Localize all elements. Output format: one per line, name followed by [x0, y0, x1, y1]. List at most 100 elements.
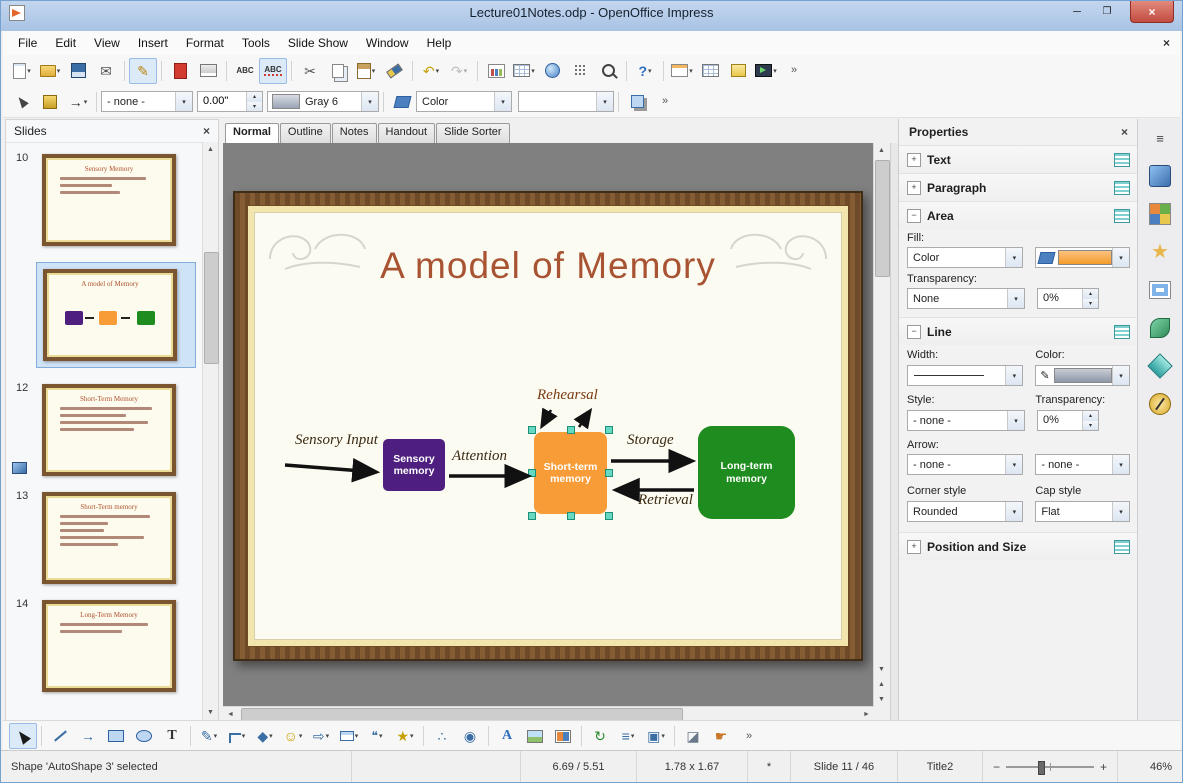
gallery-tool[interactable]	[549, 723, 577, 749]
combo-arrow-icon[interactable]	[596, 92, 613, 111]
undo-button[interactable]: ↶	[417, 58, 445, 84]
expand-icon[interactable]	[907, 539, 921, 554]
sensory-input-arrow[interactable]	[284, 458, 381, 483]
spin-up-icon[interactable]	[247, 92, 262, 102]
glue-points-tool[interactable]: ◉	[456, 723, 484, 749]
print-button[interactable]	[194, 58, 222, 84]
arrow-end-select[interactable]: - none -	[1035, 454, 1130, 475]
combo-arrow-icon[interactable]	[175, 92, 192, 111]
shadow-button[interactable]	[623, 89, 651, 115]
label-attention[interactable]: Attention	[452, 448, 507, 465]
spin-down-icon[interactable]	[1083, 420, 1098, 430]
fill-type-select[interactable]: Color	[416, 91, 512, 112]
slides-panel-close-icon[interactable]	[203, 124, 210, 138]
transparency-stepper[interactable]: 0%	[1037, 288, 1099, 309]
close-button[interactable]	[1130, 1, 1174, 23]
slide-thumbnail-12[interactable]: 12 Short-Term Memory	[12, 382, 180, 476]
line-tool[interactable]	[46, 723, 74, 749]
callouts-tool[interactable]: ❝	[363, 723, 391, 749]
auto-spellcheck-button[interactable]: ABC	[259, 57, 287, 84]
cut-button[interactable]: ✂	[296, 58, 324, 84]
menu-help[interactable]: Help	[418, 33, 461, 53]
dialog-launcher-icon[interactable]	[1114, 324, 1130, 339]
symbol-shapes-tool[interactable]: ☺	[279, 723, 307, 749]
object-size[interactable]: 1.78 x 1.67	[637, 751, 748, 782]
label-retrieval[interactable]: Retrieval	[638, 492, 693, 509]
rectangle-tool[interactable]	[102, 723, 130, 749]
titlebar[interactable]: Lecture01Notes.odp - OpenOffice Impress	[1, 1, 1182, 31]
transition-tab[interactable]	[1147, 353, 1173, 379]
clone-formatting-button[interactable]	[380, 58, 408, 84]
zoom-slider-thumb[interactable]	[1037, 760, 1045, 775]
section-paragraph[interactable]: Paragraph	[899, 173, 1138, 201]
section-position-size[interactable]: Position and Size	[899, 532, 1138, 560]
label-rehearsal[interactable]: Rehearsal	[537, 387, 598, 404]
combo-arrow-icon[interactable]	[1112, 455, 1129, 474]
block-arrows-tool[interactable]: ⇨	[307, 723, 335, 749]
connector-tool[interactable]	[223, 723, 251, 749]
flowchart-tool[interactable]	[335, 723, 363, 749]
line-style-select[interactable]: - none -	[101, 91, 193, 112]
edit-points-button[interactable]	[8, 89, 36, 115]
zoom-in-icon[interactable]	[1100, 760, 1107, 774]
open-button[interactable]	[36, 58, 64, 84]
dialog-launcher-icon[interactable]	[1114, 539, 1130, 554]
new-slide-button[interactable]	[668, 58, 696, 84]
combo-arrow-icon[interactable]	[1005, 502, 1023, 521]
slide-thumbnail-11-selected[interactable]: 11 A model of Memory	[36, 262, 196, 368]
selection-handle-br[interactable]	[605, 512, 613, 520]
combo-arrow-icon[interactable]	[361, 92, 378, 111]
expand-icon[interactable]	[907, 152, 921, 167]
email-button[interactable]: ✉	[92, 58, 120, 84]
short-term-memory-box[interactable]: Short-term memory	[534, 432, 607, 514]
arrow-tool[interactable]: →	[74, 723, 102, 749]
zoom-out-icon[interactable]	[993, 760, 1000, 774]
minimize-button[interactable]	[1064, 1, 1090, 22]
line-width-select[interactable]	[907, 365, 1024, 386]
arrow-style-button[interactable]: →	[64, 89, 92, 115]
spin-down-icon[interactable]	[1083, 298, 1098, 308]
menu-file[interactable]: File	[9, 33, 46, 53]
menu-window[interactable]: Window	[357, 33, 418, 53]
fill-type-select[interactable]: Color	[907, 247, 1024, 268]
tab-handout[interactable]: Handout	[377, 123, 436, 143]
slide-thumbnail-14[interactable]: 14 Long-Term Memory	[16, 598, 180, 692]
line-color-select[interactable]: Gray 6	[267, 91, 379, 112]
scroll-down-icon[interactable]	[874, 662, 889, 677]
combo-arrow-icon[interactable]	[1007, 289, 1024, 308]
previous-slide-icon[interactable]	[874, 677, 889, 692]
copy-button[interactable]	[324, 58, 352, 84]
arrow-start-select[interactable]: - none -	[907, 454, 1024, 475]
animation-tab[interactable]	[1147, 315, 1173, 341]
selection-handle-bl[interactable]	[528, 512, 536, 520]
scroll-down-icon[interactable]	[203, 705, 218, 720]
maximize-button[interactable]	[1094, 1, 1120, 22]
collapse-icon[interactable]	[907, 208, 921, 223]
insert-table-button[interactable]	[510, 58, 538, 84]
slide-thumbnail-10[interactable]: 10 Sensory Memory	[16, 152, 180, 246]
redo-button[interactable]: ↷	[445, 58, 473, 84]
scrollbar-thumb[interactable]	[204, 252, 219, 364]
save-button[interactable]	[64, 58, 92, 84]
tab-slide-sorter[interactable]: Slide Sorter	[436, 123, 510, 143]
toolbar-overflow-button[interactable]: »	[651, 89, 679, 115]
arrange-tool[interactable]: ▣	[642, 723, 670, 749]
zoom-slider[interactable]	[983, 751, 1118, 782]
collapse-icon[interactable]	[907, 324, 921, 339]
combo-arrow-icon[interactable]	[1112, 366, 1129, 385]
glue-points-button[interactable]	[36, 89, 64, 115]
zoom-button[interactable]	[594, 58, 622, 84]
fill-color-select[interactable]	[1035, 247, 1130, 268]
close-document-icon[interactable]	[1163, 36, 1170, 50]
select-tool[interactable]	[9, 723, 37, 749]
fill-color-select[interactable]	[518, 91, 614, 112]
dialog-launcher-icon[interactable]	[1114, 208, 1130, 223]
properties-tab[interactable]	[1147, 163, 1173, 189]
slide-surface[interactable]: A model of Memory Sensory Input Attentio…	[254, 212, 842, 640]
menu-edit[interactable]: Edit	[46, 33, 85, 53]
rehearsal-arrow-up[interactable]	[573, 407, 593, 430]
label-sensory-input[interactable]: Sensory Input	[295, 432, 378, 449]
duplicate-slide-button[interactable]	[724, 58, 752, 84]
insert-image-tool[interactable]	[521, 723, 549, 749]
toolbar-overflow-button[interactable]: »	[780, 58, 808, 84]
